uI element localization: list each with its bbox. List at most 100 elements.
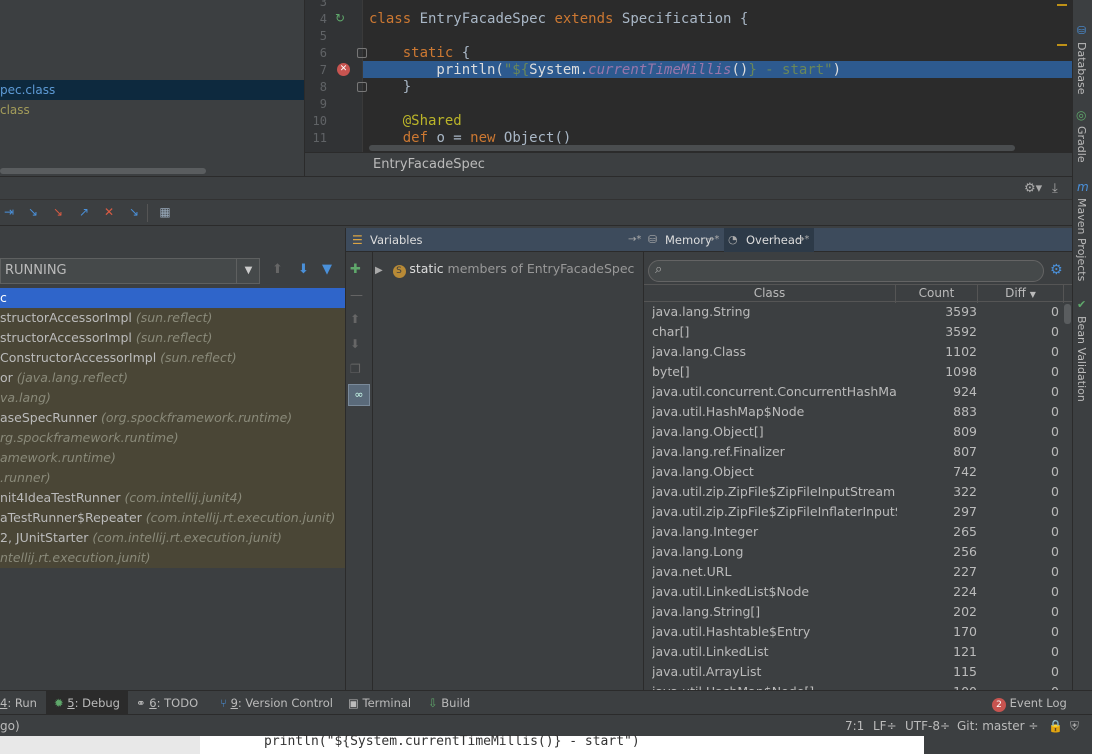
vcs-branch[interactable]: Git: master ÷ bbox=[957, 715, 1038, 737]
event-log[interactable]: 2 Event Log bbox=[992, 691, 1067, 715]
cell-diff: 0 bbox=[1051, 364, 1059, 379]
arrow-up-icon[interactable]: ⬆ bbox=[350, 312, 368, 330]
inspector-icon[interactable]: ⛨ bbox=[1070, 715, 1079, 737]
settings-icon[interactable]: ⚙ bbox=[1050, 262, 1068, 280]
fold-icon[interactable] bbox=[357, 48, 367, 58]
tab-todo[interactable]: ⚭ 6: TODO bbox=[136, 691, 198, 715]
table-row[interactable]: java.util.concurrent.ConcurrentHashMap$N… bbox=[644, 382, 1064, 402]
gradle-tool[interactable]: Gradle bbox=[1075, 126, 1088, 163]
search-input[interactable] bbox=[673, 263, 1033, 279]
table-row[interactable]: java.lang.String[] 202 0 bbox=[644, 602, 1064, 622]
frame-row[interactable]: ConstructorAccessorImpl (sun.reflect) bbox=[0, 348, 345, 368]
breakpoint-error-icon[interactable]: ✕ bbox=[337, 63, 350, 76]
run-to-cursor-icon[interactable]: ↘ bbox=[125, 203, 143, 221]
table-row[interactable]: java.lang.ref.Finalizer 807 0 bbox=[644, 442, 1064, 462]
step-over-icon[interactable]: ⇥ bbox=[0, 203, 18, 221]
arrow-down-icon[interactable]: ⬇ bbox=[298, 262, 316, 280]
maven-tool[interactable]: Maven Projects bbox=[1075, 198, 1088, 281]
frame-row[interactable]: or (java.lang.reflect) bbox=[0, 368, 345, 388]
pin-icon[interactable]: →* bbox=[706, 228, 719, 252]
frame-row[interactable]: structorAccessorImpl (sun.reflect) bbox=[0, 308, 345, 328]
line-separator[interactable]: LF÷ bbox=[873, 715, 897, 737]
column-class[interactable]: Class bbox=[644, 285, 896, 303]
caret-position[interactable]: 7:1 bbox=[845, 715, 864, 737]
error-stripe-mark[interactable] bbox=[1057, 44, 1067, 46]
column-diff[interactable]: Diff ▼ bbox=[978, 285, 1064, 303]
table-row[interactable]: java.lang.Class 1102 0 bbox=[644, 342, 1064, 362]
code-editor[interactable]: 3 4 5 6 7 8 9 10 11 ↻ ✕ class EntryFacad… bbox=[305, 0, 1072, 152]
table-row[interactable]: java.lang.Long 256 0 bbox=[644, 542, 1064, 562]
project-row[interactable]: pec.class bbox=[0, 80, 304, 100]
breadcrumb[interactable]: EntryFacadeSpec bbox=[305, 152, 1072, 176]
table-row[interactable]: java.util.ArrayList 115 0 bbox=[644, 662, 1064, 682]
step-out-icon[interactable]: ↗ bbox=[75, 203, 93, 221]
table-row[interactable]: byte[] 1098 0 bbox=[644, 362, 1064, 382]
frame-row[interactable]: rg.spockframework.runtime) bbox=[0, 428, 345, 448]
frame-row[interactable]: aseSpecRunner (org.spockframework.runtim… bbox=[0, 408, 345, 428]
pin-icon[interactable]: →* bbox=[796, 228, 809, 252]
tab-debug[interactable]: ✹ 5: Debug bbox=[46, 691, 128, 715]
table-row[interactable]: java.lang.String 3593 0 bbox=[644, 302, 1064, 322]
tab-build[interactable]: ⇩ Build bbox=[428, 691, 470, 715]
remove-watch-icon[interactable]: — bbox=[350, 288, 368, 306]
fold-icon[interactable] bbox=[357, 82, 367, 92]
table-row[interactable]: java.util.zip.ZipFile$ZipFileInflaterInp… bbox=[644, 502, 1064, 522]
frame-row[interactable]: nit4IdeaTestRunner (com.intellij.junit4) bbox=[0, 488, 345, 508]
variables-tab[interactable]: Variables bbox=[370, 228, 423, 252]
watches-toggle-icon[interactable]: ∞ bbox=[348, 384, 370, 406]
variable-row[interactable]: ▶ S static members of EntryFacadeSpec bbox=[375, 260, 635, 278]
cell-diff: 0 bbox=[984, 682, 1059, 690]
table-row[interactable]: char[] 3592 0 bbox=[644, 322, 1064, 342]
project-scrollbar[interactable] bbox=[0, 168, 206, 174]
thread-selector[interactable]: RUNNING bbox=[0, 258, 260, 284]
frame-row[interactable]: c bbox=[0, 288, 345, 308]
run-gutter-icon[interactable]: ↻ bbox=[335, 11, 349, 25]
tab-version-control[interactable]: ⑂ 9: Version Control bbox=[220, 691, 333, 715]
database-tool[interactable]: Database bbox=[1075, 42, 1088, 95]
memory-scrollbar[interactable] bbox=[1064, 304, 1071, 324]
frame-row[interactable]: ntellij.rt.execution.junit) bbox=[0, 548, 345, 568]
frame-row[interactable]: amework.runtime) bbox=[0, 448, 345, 468]
gear-icon[interactable]: ⚙▾ bbox=[1024, 181, 1044, 197]
table-row[interactable]: java.util.LinkedList 121 0 bbox=[644, 642, 1064, 662]
table-row[interactable]: java.util.Hashtable$Entry 170 0 bbox=[644, 622, 1064, 642]
expand-arrow-icon[interactable]: ▶ bbox=[375, 265, 383, 276]
evaluate-expression-icon[interactable]: ▦ bbox=[156, 203, 174, 221]
memory-tab[interactable]: Memory bbox=[665, 228, 712, 252]
frame-row[interactable]: aTestRunner$Repeater (com.intellij.rt.ex… bbox=[0, 508, 345, 528]
table-row[interactable]: java.util.HashMap$Node[]100 0 bbox=[644, 682, 1064, 690]
chevron-down-icon[interactable]: ▼ bbox=[236, 258, 260, 284]
force-step-into-icon[interactable]: ↘ bbox=[49, 203, 67, 221]
tab-terminal[interactable]: ▣ Terminal bbox=[348, 691, 411, 715]
frame-row[interactable]: .runner) bbox=[0, 468, 345, 488]
table-row[interactable]: java.util.LinkedList$Node 224 0 bbox=[644, 582, 1064, 602]
drop-frame-icon[interactable]: ✕ bbox=[100, 203, 118, 221]
frame-row[interactable]: structorAccessorImpl (sun.reflect) bbox=[0, 328, 345, 348]
table-row[interactable]: java.lang.Integer 265 0 bbox=[644, 522, 1064, 542]
project-row[interactable]: class bbox=[0, 100, 304, 120]
tab-run[interactable]: 4: Run bbox=[0, 691, 44, 715]
step-into-icon[interactable]: ↘ bbox=[24, 203, 42, 221]
filter-icon[interactable]: ▼ bbox=[322, 262, 340, 280]
editor-horizontal-scrollbar[interactable] bbox=[369, 145, 1015, 151]
error-stripe-mark[interactable] bbox=[1057, 4, 1067, 6]
arrow-down-icon[interactable]: ⬇ bbox=[350, 337, 368, 355]
table-row[interactable]: java.lang.Object 742 0 bbox=[644, 462, 1064, 482]
bean-validation-tool[interactable]: Bean Validation bbox=[1075, 316, 1088, 402]
file-encoding[interactable]: UTF-8÷ bbox=[905, 715, 950, 737]
table-row[interactable]: java.net.URL 227 0 bbox=[644, 562, 1064, 582]
table-row[interactable]: java.util.HashMap$Node 883 0 bbox=[644, 402, 1064, 422]
arrow-up-icon[interactable]: ⬆ bbox=[272, 262, 290, 280]
column-count[interactable]: Count bbox=[896, 285, 978, 303]
memory-search[interactable]: ⌕ bbox=[648, 260, 1044, 282]
hide-icon[interactable]: ⤓ bbox=[1052, 181, 1066, 197]
frame-row[interactable]: va.lang) bbox=[0, 388, 345, 408]
frame-row[interactable]: 2, JUnitStarter (com.intellij.rt.executi… bbox=[0, 528, 345, 548]
overhead-tab[interactable]: Overhead bbox=[746, 228, 802, 252]
table-row[interactable]: java.util.zip.ZipFile$ZipFileInputStream… bbox=[644, 482, 1064, 502]
new-watch-icon[interactable]: ✚ bbox=[350, 262, 368, 280]
table-row[interactable]: java.lang.Object[] 809 0 bbox=[644, 422, 1064, 442]
pin-icon[interactable]: →* bbox=[628, 228, 641, 252]
lock-icon[interactable]: 🔒 bbox=[1048, 715, 1063, 737]
copy-icon[interactable]: ❐ bbox=[350, 362, 368, 380]
